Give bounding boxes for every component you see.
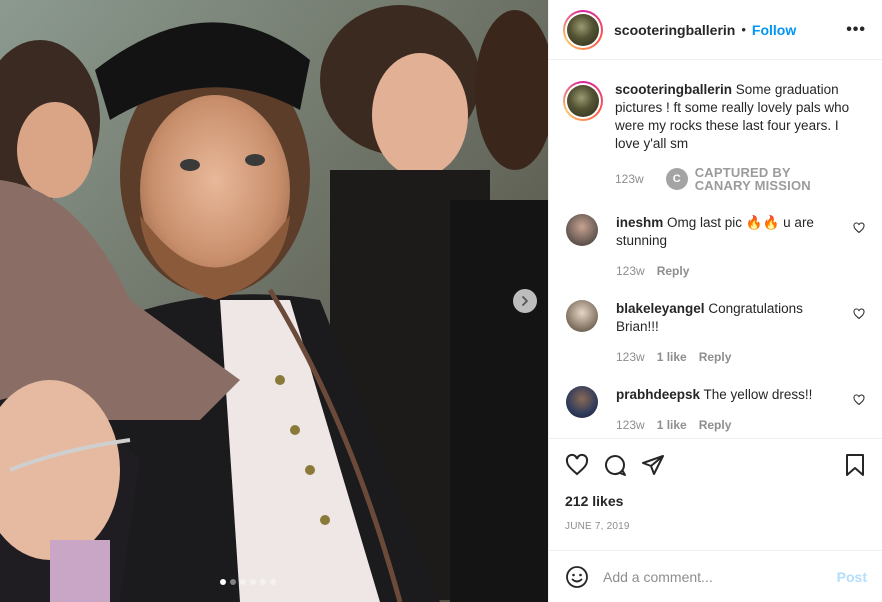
share-button[interactable] — [641, 453, 665, 477]
watermark: C CAPTURED BY CANARY MISSION — [665, 166, 811, 193]
comment-username[interactable]: prabhdeepsk — [616, 387, 700, 402]
avatar[interactable] — [566, 300, 598, 332]
comment-username[interactable]: ineshm — [616, 215, 663, 230]
comment-icon — [605, 455, 626, 476]
heart-icon[interactable] — [853, 222, 865, 234]
carousel-dot — [220, 579, 226, 585]
post-date[interactable]: JUNE 7, 2019 — [565, 521, 867, 532]
comment-item: prabhdeepsk The yellow dress!! 123w 1 li… — [563, 386, 867, 432]
heart-icon[interactable] — [853, 394, 865, 406]
comment-time[interactable]: 123w — [616, 418, 645, 432]
reply-button[interactable]: Reply — [699, 350, 732, 364]
carousel-indicators — [220, 579, 276, 585]
comment-text: The yellow dress!! — [703, 387, 813, 402]
comment-button[interactable] — [603, 453, 627, 477]
like-count[interactable]: 212 likes — [565, 493, 867, 509]
comment-likes[interactable]: 1 like — [657, 350, 687, 364]
comments-list[interactable]: scooteringballerin Some graduation pictu… — [549, 60, 882, 438]
post-actions: 212 likes JUNE 7, 2019 — [549, 438, 882, 550]
canary-mission-logo-icon: C — [665, 168, 688, 190]
watermark-line-2: CANARY MISSION — [694, 178, 811, 193]
comment-time[interactable]: 123w — [616, 350, 645, 364]
caption-text: scooteringballerin Some graduation pictu… — [615, 81, 855, 153]
share-icon — [642, 455, 664, 475]
caption: scooteringballerin Some graduation pictu… — [563, 60, 867, 192]
next-photo-button[interactable] — [513, 289, 537, 313]
bookmark-icon — [846, 454, 864, 476]
carousel-dot — [260, 579, 266, 585]
avatar[interactable] — [566, 214, 598, 246]
heart-icon[interactable] — [853, 308, 865, 320]
save-button[interactable] — [843, 453, 867, 477]
caption-username[interactable]: scooteringballerin — [615, 82, 732, 97]
graduation-photo — [0, 0, 548, 602]
reply-button[interactable]: Reply — [657, 264, 690, 278]
post-header: scooteringballerin • Follow ••• — [549, 0, 882, 60]
caption-time[interactable]: 123w — [615, 172, 644, 186]
emoji-icon[interactable] — [565, 565, 589, 589]
like-button[interactable] — [565, 453, 589, 477]
carousel-dot — [270, 579, 276, 585]
post-comment-button[interactable]: Post — [837, 569, 867, 585]
avatar[interactable] — [563, 81, 603, 121]
comment-item: ineshm Omg last pic 🔥🔥 u are stunning 12… — [563, 214, 867, 278]
carousel-dot — [240, 579, 246, 585]
comment-username[interactable]: blakeleyangel — [616, 301, 705, 316]
carousel-dot — [250, 579, 256, 585]
avatar[interactable] — [566, 386, 598, 418]
more-options-icon[interactable]: ••• — [846, 21, 866, 39]
reply-button[interactable]: Reply — [699, 418, 732, 432]
post-sidebar: scooteringballerin • Follow ••• scooteri… — [548, 0, 882, 602]
carousel-dot — [230, 579, 236, 585]
comment-input[interactable] — [603, 568, 837, 585]
post-photo[interactable] — [0, 0, 548, 602]
comment-likes[interactable]: 1 like — [657, 418, 687, 432]
chevron-right-icon — [522, 296, 528, 306]
separator-dot: • — [741, 22, 746, 37]
avatar[interactable] — [563, 9, 603, 50]
comment-composer: Post — [549, 550, 882, 602]
author-username[interactable]: scooteringballerin — [614, 22, 735, 38]
comment-item: blakeleyangel Congratulations Brian!!! 1… — [563, 300, 867, 364]
comment-time[interactable]: 123w — [616, 264, 645, 278]
heart-icon — [565, 453, 589, 476]
follow-button[interactable]: Follow — [752, 22, 796, 38]
